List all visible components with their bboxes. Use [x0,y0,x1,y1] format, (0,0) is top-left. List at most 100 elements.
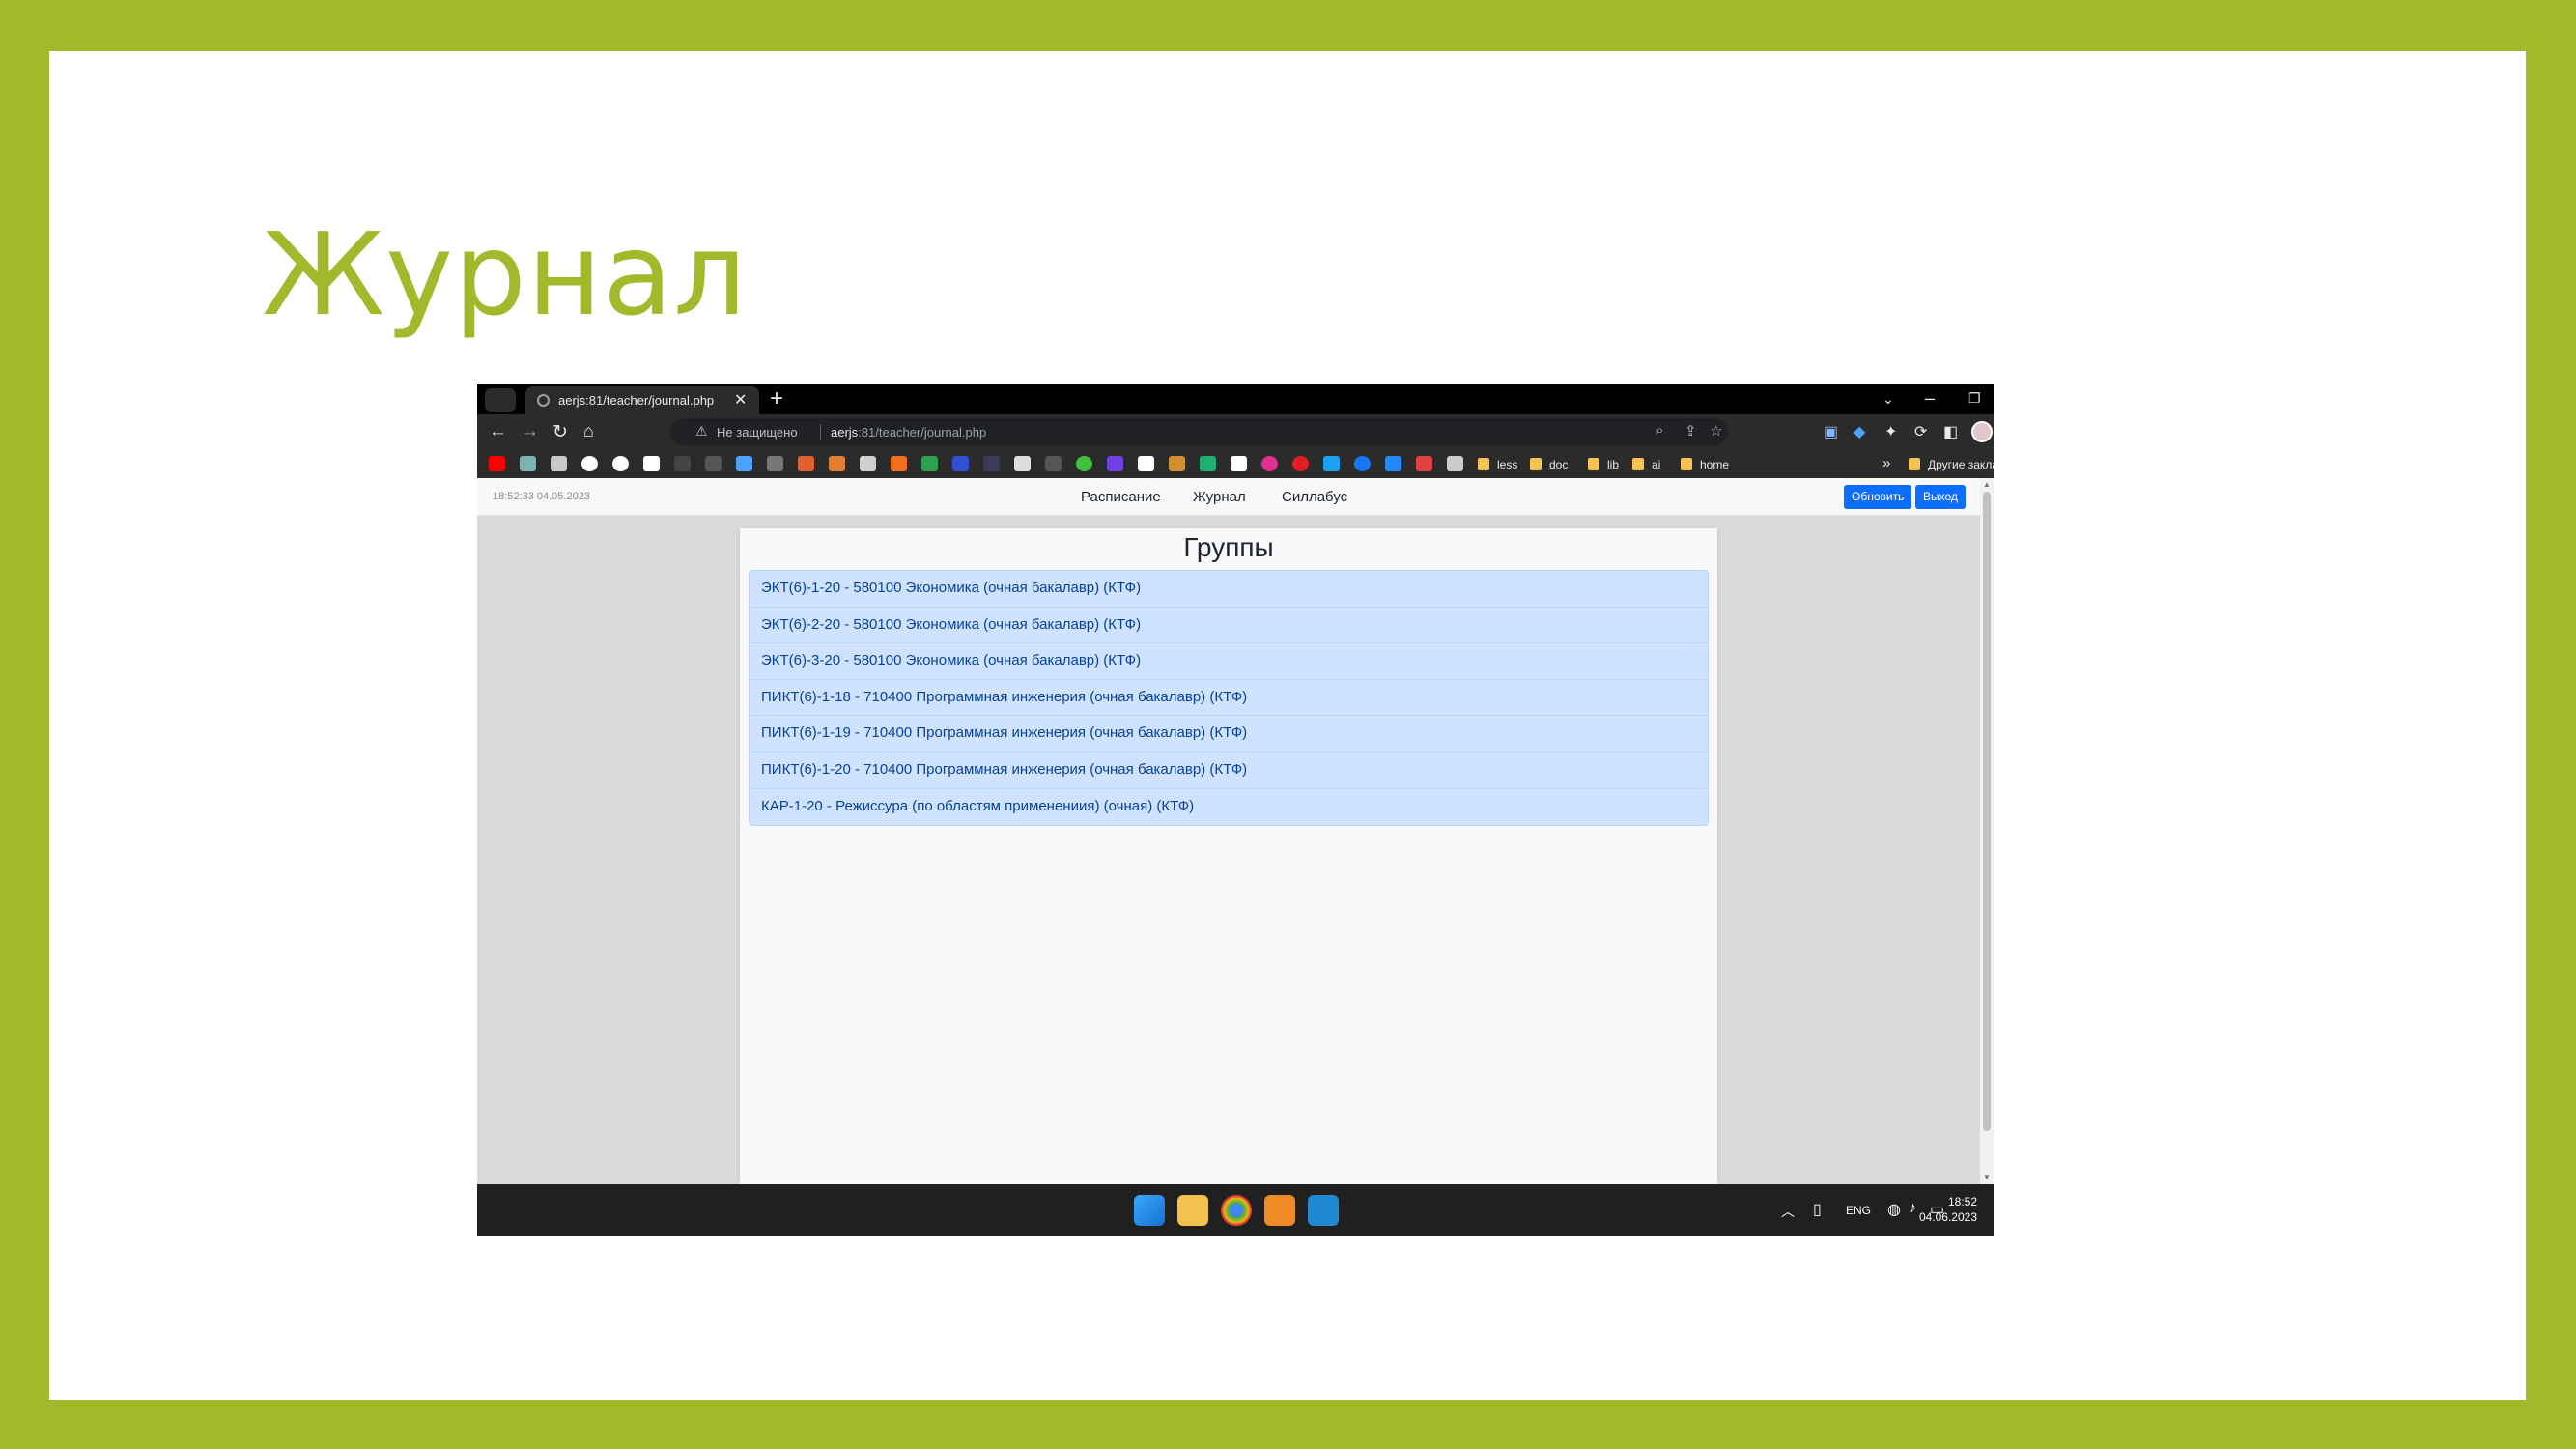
taskbar-clock[interactable]: 18:52 04.06.2023 [1913,1194,1977,1225]
bookmark-icon[interactable] [1107,456,1123,471]
browser-screenshot: aerjs:81/teacher/journal.php ✕ + ⌄ – ❐ ✕… [477,384,1994,1236]
scroll-up-icon[interactable]: ▲ [1983,480,1991,489]
bookmark-icon[interactable] [983,456,1000,471]
list-item[interactable]: ЭКТ(6)-1-20 - 580100 Экономика (очная ба… [750,571,1708,608]
dev-icon[interactable] [674,456,691,471]
bookmark-icon[interactable] [767,456,783,471]
tab-journal[interactable]: aerjs:81/teacher/journal.php ✕ [525,386,759,414]
nav-schedule[interactable]: Расписание [1081,489,1161,505]
taskbar: ︿ ▯ ENG ◍ ♪ ▭ 18:52 04.06.2023 [477,1184,1994,1236]
chrome-icon[interactable] [1221,1195,1252,1226]
bookmark-icon[interactable] [1138,456,1154,471]
url-host: aerjs [831,425,859,440]
bookmark-icon[interactable] [891,456,907,471]
bookmark-icon[interactable] [1045,456,1062,471]
clock-time: 18:52 [1947,1195,1977,1208]
sparkle-icon[interactable] [643,456,660,471]
bookmark-folder-doc[interactable]: doc [1530,458,1568,471]
clock-date: 04.06.2023 [1918,1210,1977,1224]
list-item[interactable]: ПИКТ(6)-1-19 - 710400 Программная инжене… [750,716,1708,753]
stackoverflow-icon[interactable] [829,456,845,471]
reddit-icon[interactable] [798,456,814,471]
vk-icon[interactable] [1385,456,1401,471]
scrollbar[interactable]: ▲ ▼ [1980,478,1994,1184]
bookmark-icon[interactable] [520,456,536,471]
bookmark-icon[interactable] [1447,456,1463,471]
twitter-icon[interactable] [1323,456,1340,471]
bookmark-folder-ai[interactable]: ai [1632,458,1660,471]
forward-icon[interactable]: → [521,421,539,442]
tab-title: aerjs:81/teacher/journal.php [558,393,715,408]
bookmark-icon[interactable] [1416,456,1432,471]
bookmark-icon[interactable] [1014,456,1031,471]
list-item[interactable]: ЭКТ(6)-2-20 - 580100 Экономика (очная ба… [750,607,1708,644]
reload-icon[interactable]: ↻ [552,421,568,443]
bookmark-icon[interactable] [1169,456,1185,471]
share-icon[interactable]: ⇪ [1684,422,1697,440]
bookmark-folder-home[interactable]: home [1681,458,1729,471]
datetime: 18:52:33 04.05.2023 [493,491,590,502]
home-icon[interactable]: ⌂ [583,421,594,441]
tiktok-icon[interactable] [1231,456,1247,471]
tab-strip: aerjs:81/teacher/journal.php ✕ + ⌄ – ❐ ✕ [477,384,1994,414]
puzzle-icon[interactable]: ✦ [1884,422,1897,441]
zoom-icon[interactable]: ⌕ [1656,422,1663,439]
vscode-icon[interactable] [1308,1195,1339,1226]
sync-icon[interactable]: ⟳ [1914,422,1927,441]
bookmark-icon[interactable] [736,456,752,471]
tab-search-button[interactable] [485,388,516,412]
bookmark-folder-less[interactable]: less [1478,458,1517,471]
translate-icon[interactable]: ▣ [1824,422,1838,441]
bookmark-icon[interactable] [1200,456,1216,471]
scroll-thumb[interactable] [1983,492,1991,1131]
bookmark-folder-lib[interactable]: lib [1588,458,1619,471]
logout-button[interactable]: Выход [1915,485,1966,509]
back-icon[interactable]: ← [489,421,507,442]
instagram-icon[interactable] [1261,456,1278,471]
usb-icon[interactable]: ▯ [1813,1200,1822,1219]
youtube-icon[interactable] [489,456,505,471]
bookmark-icon[interactable] [860,456,876,471]
chevron-more-icon[interactable]: » [1882,455,1890,471]
list-item[interactable]: ЭКТ(6)-3-20 - 580100 Экономика (очная ба… [750,643,1708,680]
close-tab-icon[interactable]: ✕ [734,390,747,410]
network-icon[interactable]: ◍ [1887,1200,1901,1219]
bookmark-icon[interactable] [921,456,938,471]
scroll-down-icon[interactable]: ▼ [1983,1173,1991,1181]
separator [820,424,821,440]
facebook-icon[interactable] [1354,456,1371,471]
minimize-icon[interactable]: – [1925,388,1935,409]
nav-journal[interactable]: Журнал [1193,489,1246,505]
nav-syllabus[interactable]: Силлабус [1282,489,1347,505]
groups-card: Группы ЭКТ(6)-1-20 - 580100 Экономика (о… [740,528,1717,1184]
star-icon[interactable]: ☆ [1710,422,1722,440]
bookmark-icon[interactable] [1076,456,1092,471]
web-page: 18:52:33 04.05.2023 Расписание Журнал Си… [477,478,1980,1184]
github-icon[interactable] [581,456,598,471]
bookmark-icon[interactable] [551,456,567,471]
security-indicator[interactable]: Не защищено [717,425,798,440]
pinterest-icon[interactable] [1292,456,1309,471]
restore-icon[interactable]: ❐ [1968,390,1981,407]
warning-icon[interactable]: ⚠ [695,423,708,440]
language-indicator[interactable]: ENG [1846,1204,1871,1217]
other-bookmarks[interactable]: Другие закладки [1909,458,1994,471]
vlc-icon[interactable] [1264,1195,1295,1226]
new-tab-icon[interactable]: + [770,385,783,412]
file-explorer-icon[interactable] [1177,1195,1208,1226]
refresh-button[interactable]: Обновить [1844,485,1912,509]
windows-start-icon[interactable] [1134,1195,1165,1226]
extension-icon[interactable]: ◆ [1854,422,1865,441]
list-item[interactable]: КАР-1-20 - Режиссура (по областям примен… [750,788,1708,826]
bookmark-icon[interactable] [705,456,722,471]
bookmark-icon[interactable] [952,456,969,471]
chevron-down-icon[interactable]: ⌄ [1882,391,1894,408]
url-text[interactable]: aerjs:81/teacher/journal.php [831,425,986,440]
list-item[interactable]: ПИКТ(6)-1-20 - 710400 Программная инжене… [750,752,1708,789]
omnibox[interactable]: ⚠ Не защищено aerjs:81/teacher/journal.p… [670,418,1728,445]
medium-icon[interactable] [612,456,629,471]
avatar[interactable] [1971,421,1993,442]
list-item[interactable]: ПИКТ(6)-1-18 - 710400 Программная инжене… [750,679,1708,717]
sidepanel-icon[interactable]: ◧ [1943,422,1958,441]
chevron-up-icon[interactable]: ︿ [1781,1202,1795,1221]
